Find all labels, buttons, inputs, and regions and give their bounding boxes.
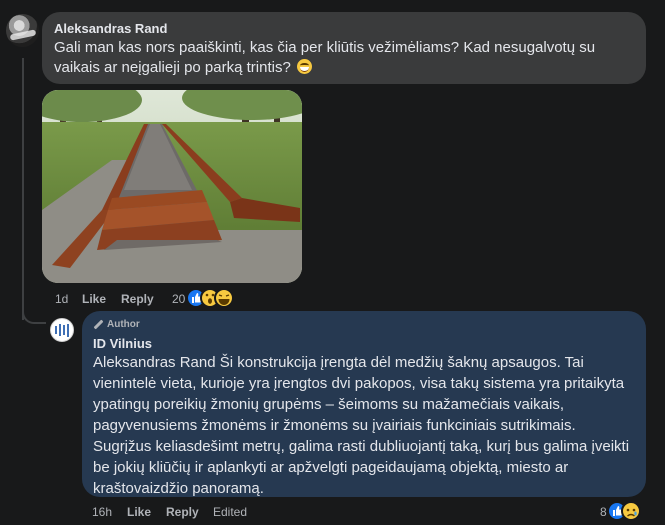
page-avatar[interactable] bbox=[50, 318, 74, 342]
reply-time[interactable]: 16h bbox=[92, 505, 112, 519]
like-button[interactable]: Like bbox=[127, 505, 151, 519]
comment-text: Gali man kas nors paaiškinti, kas čia pe… bbox=[54, 39, 596, 76]
reply-author[interactable]: ID Vilnius bbox=[93, 336, 152, 351]
photo-illustration bbox=[42, 90, 302, 283]
author-badge: Author bbox=[93, 319, 140, 330]
comment-time[interactable]: 1d bbox=[55, 292, 68, 306]
comment-photo[interactable] bbox=[42, 90, 302, 283]
pencil-icon bbox=[93, 320, 103, 330]
sad-reaction-icon bbox=[621, 501, 641, 521]
reaction-count[interactable]: 20 bbox=[172, 292, 185, 306]
like-button[interactable]: Like bbox=[82, 292, 106, 306]
reaction-count[interactable]: 8 bbox=[600, 505, 607, 519]
reply-button[interactable]: Reply bbox=[166, 505, 199, 519]
grinning-sweat-emoji-icon bbox=[296, 59, 312, 74]
thread-line bbox=[22, 58, 24, 320]
thread-connector bbox=[22, 304, 46, 324]
avatar[interactable] bbox=[6, 14, 39, 47]
comment-author[interactable]: Aleksandras Rand bbox=[54, 21, 167, 36]
reply-text: Aleksandras Rand Ši konstrukcija įrengta… bbox=[93, 354, 630, 497]
reply-button[interactable]: Reply bbox=[121, 292, 154, 306]
reactions-summary[interactable] bbox=[607, 500, 647, 522]
edited-label[interactable]: Edited bbox=[213, 505, 247, 519]
reactions-summary[interactable] bbox=[186, 287, 246, 309]
